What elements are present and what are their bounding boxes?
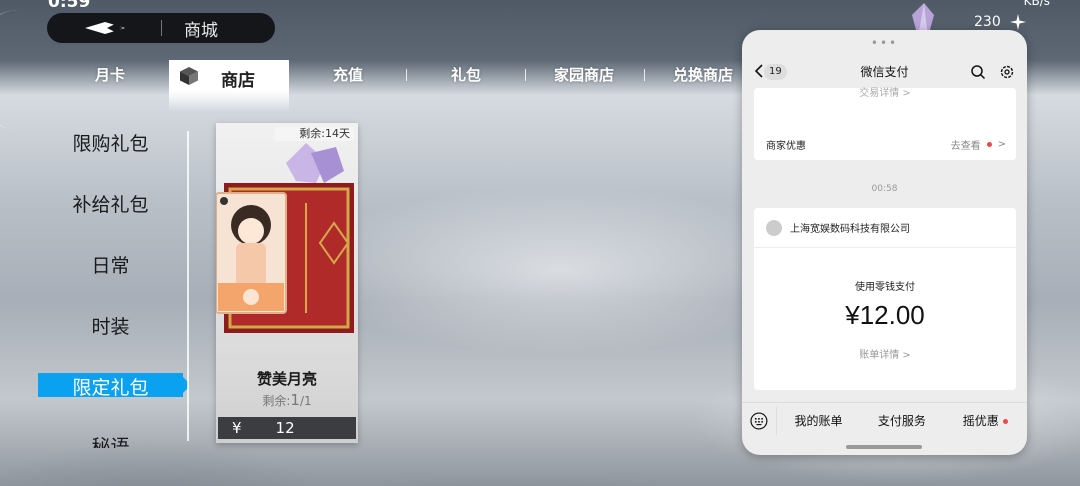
bill-detail-link[interactable]: 账单详情 > [754, 346, 1016, 361]
home-indicator[interactable] [846, 445, 922, 449]
tab-shop-label: 商店 [221, 71, 255, 91]
tab-monthly-card[interactable]: 月卡 [95, 64, 125, 85]
price-value: 12 [275, 419, 295, 437]
currency-display: 230 [912, 3, 1027, 37]
add-currency-icon[interactable] [1009, 13, 1027, 31]
tab-divider [406, 69, 407, 81]
product-image [216, 143, 354, 333]
search-icon[interactable] [970, 64, 986, 80]
cube-icon [180, 67, 198, 85]
remaining-time-badge: 剩余:14天 [275, 127, 354, 141]
product-card[interactable]: 剩余:14天 赞美月亮 剩余:1/1 ¥ 12 [216, 123, 358, 443]
product-name: 赞美月亮 [256, 370, 317, 388]
wechat-nav-bar: 微信支付 19 [742, 60, 1027, 86]
shake-offer-button[interactable]: 摇优惠 [944, 412, 1027, 429]
go-view-link[interactable]: 去查看 > [951, 137, 1006, 152]
tab-home-shop[interactable]: 家园商店 [554, 64, 614, 85]
payment-amount: ¥12.00 [845, 300, 925, 330]
status-time: 0:59 [48, 0, 91, 12]
side-item-daily[interactable]: 日常 [38, 251, 183, 277]
go-view-label: 去查看 [950, 141, 981, 152]
tab-exchange-shop[interactable]: 兑换商店 [673, 64, 733, 85]
side-item-supply-pack[interactable]: 补给礼包 [38, 190, 183, 216]
chevron-right-icon: > [997, 139, 1006, 150]
currency-amount: 230 [974, 14, 1001, 30]
wechat-pay-overlay: ••• 微信支付 19 交易详情 > 商家优惠 去查看 > 00:58 上海宽娱数… [742, 30, 1027, 455]
transaction-detail-link[interactable]: 交易详情 > [754, 84, 1016, 99]
tab-divider [525, 69, 526, 81]
merchant-name: 上海宽娱数码科技有限公司 [790, 224, 910, 235]
drag-handle[interactable]: ••• [742, 36, 1027, 50]
back-arrow-icon[interactable] [85, 21, 125, 35]
stock-prefix: 剩余: [262, 394, 291, 408]
back-chevron-icon[interactable] [754, 64, 764, 78]
title-separator [161, 20, 162, 36]
message-time: 00:58 [871, 184, 898, 194]
stock-current: 1 [290, 391, 300, 409]
notification-dot [986, 142, 992, 147]
tab-shop[interactable]: 商店 [169, 60, 289, 112]
side-divider [187, 131, 189, 441]
price-button[interactable]: ¥ 12 [218, 417, 356, 439]
shop-tabs: 月卡 充值 礼包 家园商店 兑换商店 [0, 58, 760, 94]
my-bill-button[interactable]: 我的账单 [777, 412, 860, 429]
stock-total: /1 [299, 394, 312, 408]
wechat-bottom-bar: 我的账单 支付服务 摇优惠 [742, 402, 1027, 438]
merchant-offer-label: 商家优惠 [766, 141, 806, 152]
tab-divider [644, 69, 645, 81]
merchant-offer-card[interactable]: 交易详情 > 商家优惠 去查看 > [754, 88, 1016, 160]
currency-symbol: ¥ [232, 419, 242, 437]
side-item-limited-pack[interactable]: 限定礼包 [38, 373, 188, 399]
side-menu: 限购礼包 补给礼包 日常 时装 限定礼包 秘语 [38, 118, 188, 448]
side-item-secret[interactable]: 秘语 [38, 432, 183, 448]
pay-method: 使用零钱支付 [855, 282, 915, 293]
page-title: 商城 [184, 20, 218, 41]
status-net: KB/s [1023, 0, 1050, 8]
unread-badge: 19 [764, 64, 787, 80]
merchant-avatar [766, 219, 782, 236]
tab-gift-pack[interactable]: 礼包 [451, 64, 481, 85]
side-item-outfit[interactable]: 时装 [38, 312, 183, 338]
notification-dot [1002, 419, 1008, 424]
payment-card[interactable]: 上海宽娱数码科技有限公司 使用零钱支付 ¥12.00 账单详情 > [754, 208, 1016, 390]
tab-recharge[interactable]: 充值 [333, 64, 363, 85]
title-bar: 商城 [47, 13, 275, 43]
gear-icon[interactable] [999, 64, 1015, 80]
payment-card-header: 上海宽娱数码科技有限公司 [754, 208, 1016, 248]
product-stock: 剩余:1/1 [216, 391, 358, 409]
shake-offer-label: 摇优惠 [962, 414, 999, 428]
keyboard-icon[interactable] [750, 411, 768, 430]
pay-service-button[interactable]: 支付服务 [860, 412, 943, 429]
side-item-limited-purchase[interactable]: 限购礼包 [38, 129, 183, 155]
